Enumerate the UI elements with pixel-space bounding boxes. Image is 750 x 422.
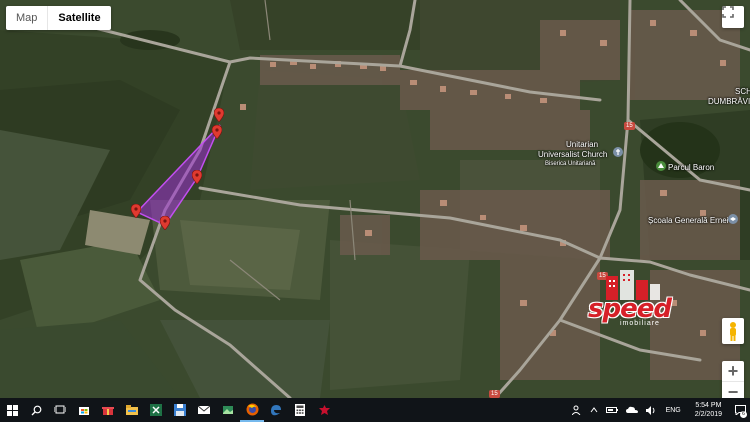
edge-icon [271,405,281,416]
zoom-out-button[interactable]: − [722,382,744,398]
system-tray: ENG 5:54 PM 2/2/2019 6 [568,398,750,422]
map-label-school: Școala Generală Ernei [648,216,729,225]
edge-button[interactable] [264,398,288,422]
game-app-button[interactable] [312,398,336,422]
file-explorer-button[interactable] [120,398,144,422]
store-button[interactable] [72,398,96,422]
calculator-button[interactable] [288,398,312,422]
chevron-up-icon[interactable] [590,406,598,414]
zoom-in-button[interactable]: + [722,361,744,381]
taskbar-clock[interactable]: 5:54 PM 2/2/2019 [695,401,722,419]
excel-icon [150,404,162,416]
store-icon [79,407,89,415]
map-type-control: Map Satellite [6,6,111,30]
logo-subtitle: imobiliare [620,320,660,327]
file-explorer-icon [126,405,138,415]
task-view-button[interactable] [48,398,72,422]
map-label-church-1: Unitarian [566,140,599,149]
photos-icon [223,406,233,414]
volume-icon[interactable] [645,405,656,415]
fullscreen-icon [722,6,734,18]
battery-icon[interactable] [605,406,618,414]
people-icon[interactable] [571,405,582,415]
speed-imobiliare-logo: speed imobiliare [588,268,688,332]
map-marker-icon[interactable] [131,204,141,218]
street-view-pegman-button[interactable] [722,318,744,344]
map-label-dumbravi: DUMBRĂVI [708,97,750,106]
clock-date: 2/2/2019 [694,411,722,418]
map-type-satellite-button[interactable]: Satellite [47,6,110,30]
gift-app-button[interactable] [96,398,120,422]
school-icon[interactable] [728,214,738,224]
fullscreen-button[interactable] [722,6,744,28]
action-center-button[interactable]: 6 [730,398,750,422]
map-label-church-ro: Biserica Unitariană [545,161,596,167]
satellite-map[interactable]: SCH DUMBRĂVI Unitarian Universalist Chur… [0,0,750,398]
map-marker-icon[interactable] [192,170,202,184]
notification-badge: 6 [740,411,747,418]
map-marker-icon[interactable] [212,125,222,139]
floppy-app-button[interactable] [168,398,192,422]
road-number-badge: 15 [489,390,500,398]
zoom-control: + − [722,361,744,398]
map-label-sch: SCH [735,87,750,96]
road-number-badge: 15 [624,122,635,130]
mail-button[interactable] [192,398,216,422]
start-icon [6,404,18,416]
search-icon [31,405,41,415]
photos-button[interactable] [216,398,240,422]
mail-icon [198,405,210,414]
calculator-icon [295,404,305,416]
church-icon[interactable] [613,147,623,157]
floppy-icon [174,404,186,416]
windows-taskbar: ENG 5:54 PM 2/2/2019 6 [0,398,750,422]
map-marker-icon[interactable] [214,108,224,122]
firefox-button[interactable] [240,398,264,422]
clock-time: 5:54 PM [695,402,722,409]
language-indicator[interactable]: ENG [666,407,681,414]
firefox-icon [246,403,258,415]
map-marker-icon[interactable] [160,216,170,230]
gift-icon [102,407,114,415]
task-view-icon [54,405,66,414]
game-icon [318,405,330,415]
excel-button[interactable] [144,398,168,422]
map-label-park: Parcul Baron [668,163,715,172]
cloud-icon[interactable] [625,406,638,414]
park-icon[interactable] [656,161,666,171]
pegman-icon [730,322,736,341]
satellite-imagery [0,0,750,398]
map-type-map-button[interactable]: Map [6,6,47,30]
start-button[interactable] [0,398,24,422]
search-button[interactable] [24,398,48,422]
map-label-church-2: Universalist Church [538,150,608,159]
